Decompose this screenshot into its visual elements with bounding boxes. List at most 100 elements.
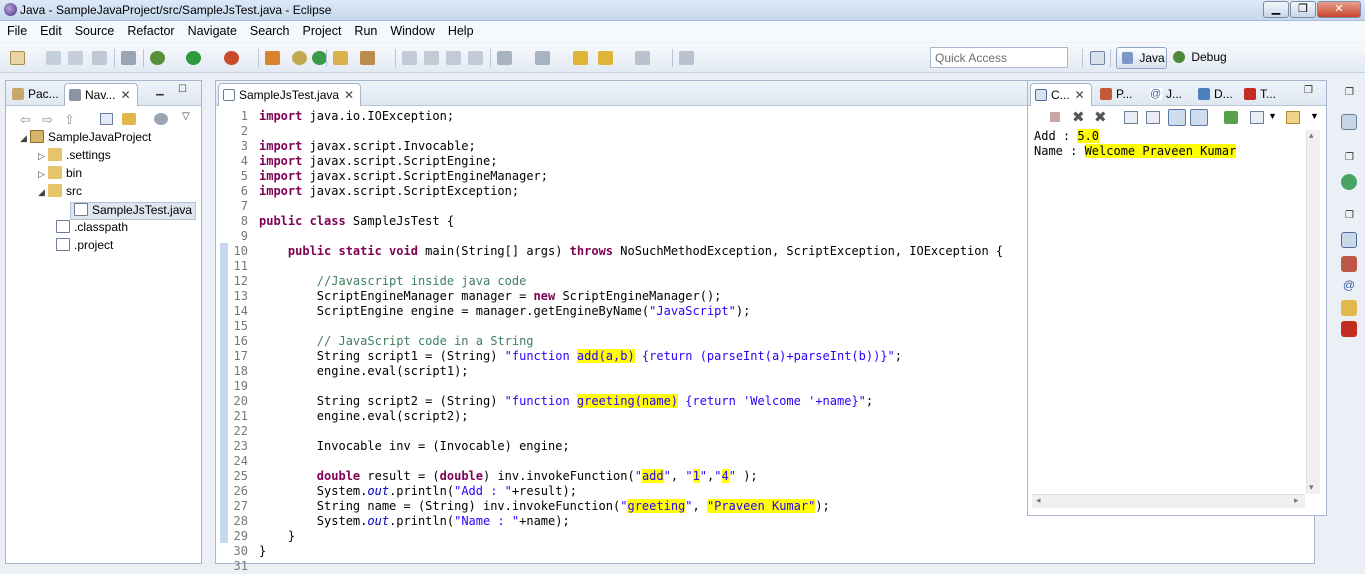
forward-nav-icon[interactable]: ⇨ (42, 112, 53, 128)
terminate-icon[interactable] (1050, 112, 1060, 122)
new-java-project-icon[interactable] (265, 51, 280, 65)
print-icon[interactable] (92, 51, 107, 65)
menu-help[interactable]: Help (441, 21, 480, 38)
debug-icon[interactable] (150, 51, 165, 65)
tab-javadoc[interactable]: @ J... (1146, 83, 1188, 106)
scroll-left-icon[interactable]: ◂ (1036, 495, 1041, 506)
link-with-editor-icon[interactable] (122, 113, 136, 125)
tab-package-explorer[interactable]: Pac... (8, 83, 65, 106)
menu-window[interactable]: Window (383, 21, 440, 38)
word-wrap-icon[interactable] (1168, 109, 1186, 126)
menu-search[interactable]: Search (243, 21, 296, 38)
close-icon[interactable]: ✕ (1075, 88, 1085, 102)
close-icon[interactable]: ✕ (344, 88, 354, 102)
scroll-down-icon[interactable]: ▾ (1309, 482, 1314, 493)
console-vertical-scrollbar[interactable]: ▴ ▾ (1306, 130, 1320, 494)
maximize-button[interactable]: ❐ (1290, 1, 1316, 18)
close-icon[interactable]: ✕ (120, 88, 130, 102)
display-console-icon[interactable] (1250, 111, 1264, 124)
open-perspective-icon[interactable] (1090, 51, 1105, 65)
open-type-icon[interactable] (333, 51, 348, 65)
scroll-right-icon[interactable]: ▸ (1294, 495, 1299, 506)
java-perspective-button[interactable]: Java (1116, 47, 1167, 69)
tree-item-project-file[interactable]: .project (56, 238, 113, 256)
new-class-icon[interactable] (312, 51, 327, 65)
tree-expand-arrow[interactable]: ◢ (38, 187, 48, 198)
menu-run[interactable]: Run (347, 21, 383, 38)
menu-file[interactable]: File (0, 21, 33, 38)
scroll-up-icon[interactable]: ▴ (1309, 130, 1314, 141)
tree-item-settings[interactable]: ▷ .settings (38, 148, 111, 166)
open-console-icon[interactable] (1286, 111, 1300, 124)
view-menu-icon[interactable]: ▽ (182, 111, 190, 122)
minimize-view-icon[interactable]: ▁ (156, 85, 164, 96)
tree-expand-arrow[interactable]: ▷ (38, 151, 48, 162)
back-nav-icon[interactable]: ⇦ (20, 112, 31, 128)
menu-navigate[interactable]: Navigate (181, 21, 243, 38)
back-icon[interactable] (598, 51, 613, 65)
show-on-output-icon[interactable] (1190, 109, 1208, 126)
new-package-icon[interactable] (292, 51, 307, 65)
pin-console-icon[interactable] (1224, 111, 1238, 124)
search-icon[interactable] (360, 51, 375, 65)
save-all-icon[interactable] (68, 51, 83, 65)
tree-item-classpath[interactable]: .classpath (56, 220, 128, 238)
clear-console-icon[interactable] (1124, 111, 1138, 124)
toggle-block-selection-icon[interactable] (424, 51, 439, 65)
tree-item-src[interactable]: ◢ src (38, 184, 82, 202)
menu-refactor[interactable]: Refactor (120, 21, 180, 38)
declaration-view-icon[interactable] (1341, 300, 1357, 316)
new-icon[interactable] (10, 51, 25, 65)
quick-access-input[interactable]: Quick Access (930, 47, 1068, 68)
menu-edit[interactable]: Edit (33, 21, 68, 38)
tasks-view-icon[interactable] (1341, 321, 1357, 337)
tree-expand-arrow[interactable]: ▷ (38, 169, 48, 180)
tree-item-java-file[interactable]: SampleJsTest.java (70, 202, 197, 220)
close-button[interactable]: ✕ (1317, 1, 1361, 18)
scroll-lock-icon[interactable] (1146, 111, 1160, 124)
tab-editor-file[interactable]: SampleJsTest.java ✕ (218, 83, 362, 106)
tab-tasks[interactable]: T... (1240, 83, 1282, 106)
restore-view-icon[interactable]: ❐ (1345, 87, 1354, 98)
toggle-mark-occurrences-icon[interactable] (402, 51, 417, 65)
tab-problems[interactable]: P... (1096, 83, 1138, 106)
maximize-view-icon[interactable]: ☐ (178, 84, 187, 95)
menu-source[interactable]: Source (68, 21, 121, 38)
run-icon[interactable] (186, 51, 201, 65)
tree-expand-arrow[interactable]: ◢ (20, 133, 30, 144)
console-view-icon[interactable] (1341, 232, 1357, 248)
save-icon[interactable] (46, 51, 61, 65)
show-whitespace-icon[interactable] (446, 51, 461, 65)
remove-all-launches-icon[interactable]: ✖ (1094, 108, 1107, 126)
tab-console[interactable]: C... ✕ (1030, 83, 1092, 106)
pin-editor-icon[interactable] (679, 51, 694, 65)
minimize-button[interactable]: ▁ (1263, 1, 1289, 18)
view-menu-icon[interactable]: ▼ (1310, 111, 1319, 121)
skip-breakpoints-icon[interactable] (121, 51, 136, 65)
tree-item-project[interactable]: ◢ SampleJavaProject (20, 130, 151, 148)
chevron-down-icon[interactable]: ▼ (1268, 111, 1277, 121)
restore-view-icon[interactable]: ❐ (1345, 152, 1354, 163)
problems-view-icon[interactable] (1341, 256, 1357, 272)
restore-view-icon[interactable]: ❐ (1345, 210, 1354, 221)
show-source-icon[interactable] (468, 51, 483, 65)
last-edit-icon[interactable] (573, 51, 588, 65)
view-filters-icon[interactable] (154, 113, 168, 125)
console-horizontal-scrollbar[interactable]: ◂ ▸ (1032, 494, 1305, 508)
restore-view-icon[interactable]: ❐ (1304, 85, 1313, 96)
next-annotation-icon[interactable] (497, 51, 512, 65)
forward-icon[interactable] (635, 51, 650, 65)
up-nav-icon[interactable]: ⇧ (64, 112, 75, 128)
remove-launch-icon[interactable]: ✖ (1072, 108, 1085, 126)
tab-declaration[interactable]: D... (1194, 83, 1239, 106)
task-list-icon[interactable] (1341, 174, 1357, 190)
debug-perspective-button[interactable]: Debug (1173, 50, 1227, 64)
outline-icon[interactable] (1341, 114, 1357, 130)
previous-annotation-icon[interactable] (535, 51, 550, 65)
collapse-all-icon[interactable] (100, 113, 113, 125)
tab-navigator[interactable]: Nav... ✕ (64, 83, 138, 106)
external-tools-icon[interactable] (224, 51, 239, 65)
menu-project[interactable]: Project (296, 21, 348, 38)
console-output[interactable]: Add : 5.0 Name : Welcome Praveen Kumar (1034, 129, 1237, 159)
javadoc-view-icon[interactable]: @ (1341, 277, 1357, 293)
